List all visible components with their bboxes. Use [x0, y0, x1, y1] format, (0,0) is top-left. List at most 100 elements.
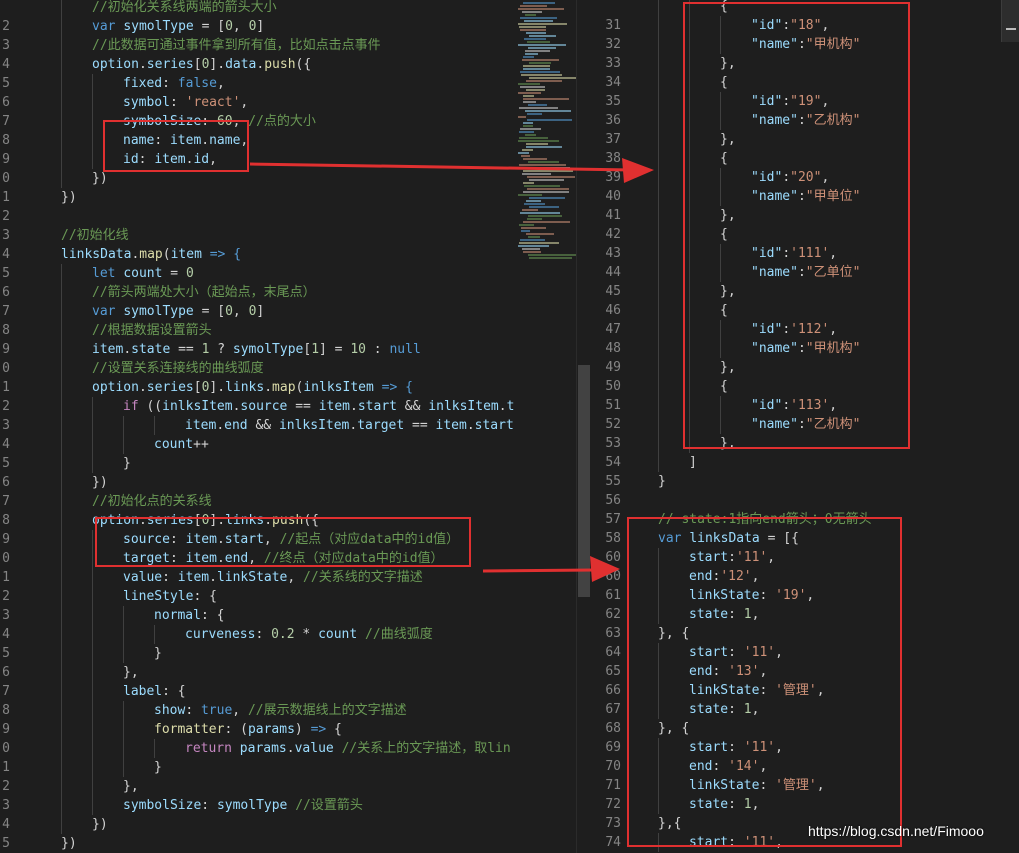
code-line[interactable]: 0 return params.value //关系上的文字描述，取lin [0, 739, 514, 758]
code-line[interactable]: 4}) [0, 815, 514, 834]
line-number: 0 [2, 741, 10, 756]
code-line[interactable]: 8 //根据数据设置箭头 [0, 321, 514, 340]
code-line[interactable]: 56 [591, 491, 1019, 510]
code-line[interactable]: 2 var symolType = [0, 0] [0, 17, 514, 36]
code-line[interactable]: 9 id: item.id, [0, 150, 514, 169]
code-line[interactable]: 5} [0, 644, 514, 663]
code-token: item [435, 418, 467, 433]
code-line[interactable]: 1} [0, 758, 514, 777]
code-line[interactable]: 7 //初始化点的关系线 [0, 492, 514, 511]
indent-guide [92, 663, 93, 682]
line-number: 4 [2, 437, 10, 452]
line-number: 72 [605, 797, 621, 812]
scrollbar-thumb[interactable] [578, 365, 590, 597]
code-token: . [138, 57, 147, 72]
code-token: 0 [185, 266, 194, 281]
code-line[interactable]: 3 item.end && inlksItem.target == item.st… [0, 416, 514, 435]
indent-guide [92, 435, 93, 454]
line-number: 4 [2, 817, 10, 832]
code-line[interactable]: 5} [0, 454, 514, 473]
code-line[interactable]: 1 value: item.linkState, //关系线的文字描述 [0, 568, 514, 587]
code-line[interactable]: 3 //此数据可通过事件拿到所有值，比如点击点事件 [0, 36, 514, 55]
code-line[interactable]: 5 let count = 0 [0, 264, 514, 283]
line-number: 7 [2, 494, 10, 509]
minimap-line [519, 26, 546, 28]
minimap-line [523, 65, 550, 67]
minimap-line [518, 194, 542, 196]
code-token: start [357, 399, 397, 414]
minimap-line [520, 71, 560, 73]
code-line[interactable]: 5 fixed: false, [0, 74, 514, 93]
indent-guide [658, 16, 659, 35]
line-number: 54 [605, 455, 621, 470]
code-token: target [357, 418, 405, 433]
minimap[interactable] [514, 0, 577, 853]
code-line[interactable]: 2 [0, 207, 514, 226]
line-number: 49 [605, 360, 621, 375]
code-line[interactable]: 4 linksData.map(item => { [0, 245, 514, 264]
line-number: 60 [605, 550, 621, 565]
indent-guide [61, 0, 62, 17]
indent-guide [123, 625, 124, 644]
code-line[interactable]: 8 show: true, //展示数据线上的文字描述 [0, 701, 514, 720]
indent-guide [658, 434, 659, 453]
code-line[interactable]: 4 option.series[0].data.push({ [0, 55, 514, 74]
code-line[interactable]: 1}) [0, 188, 514, 207]
indent-guide [61, 340, 62, 359]
left-code-editor[interactable]: //初始化关系线两端的箭头大小 2 var symolType = [0, 0] 3/… [0, 0, 514, 853]
code-line[interactable]: 6}, [0, 663, 514, 682]
code-line[interactable]: 5}) [0, 834, 514, 853]
indent-guide [61, 492, 62, 511]
code-line[interactable]: 3 normal: { [0, 606, 514, 625]
code-line[interactable]: 6 //箭头两端处大小（起始点，末尾点） [0, 283, 514, 302]
code-token: linkState [216, 570, 288, 585]
minimap-line [523, 182, 534, 184]
code-token: show [154, 703, 186, 718]
line-number: 63 [605, 626, 621, 641]
minimap-line [520, 5, 547, 7]
code-line[interactable]: 0}) [0, 169, 514, 188]
vertical-scrollbar[interactable] [576, 0, 591, 853]
line-number: 32 [605, 37, 621, 52]
code-text: label: { [123, 682, 186, 701]
code-token: ({ [295, 57, 312, 72]
code-line[interactable]: 8 name: item.name, [0, 131, 514, 150]
code-line[interactable]: 4 curveness: 0.2 * count //曲线弧度 [0, 625, 514, 644]
minimap-line [526, 233, 554, 235]
line-number: 3 [2, 798, 10, 813]
code-text: option.series[0].links.map(inlksItem => … [92, 378, 413, 397]
code-token: 0 [225, 304, 233, 319]
code-line[interactable]: 7 symbolSize: 60, //点的大小 [0, 112, 514, 131]
indent-guide [92, 796, 93, 815]
line-number: 0 [2, 171, 10, 186]
code-line[interactable]: 0 //设置关系连接线的曲线弧度 [0, 359, 514, 378]
code-line[interactable]: 6 symbol: 'react', [0, 93, 514, 112]
indent-guide [92, 587, 93, 606]
code-line[interactable]: 7 label: { [0, 682, 514, 701]
code-token: option [92, 380, 139, 395]
code-token: : [201, 798, 217, 813]
code-line[interactable]: 55} [591, 472, 1019, 491]
indent-guide [92, 720, 93, 739]
code-line[interactable]: 6}) [0, 473, 514, 492]
line-number: 1 [2, 380, 10, 395]
code-line[interactable]: 2 if ((inlksItem.source == item.start && … [0, 397, 514, 416]
code-line[interactable]: 1 option.series[0].links.map(inlksItem =>… [0, 378, 514, 397]
code-token: symolType [232, 342, 304, 357]
panel-toggle-button[interactable] [1001, 0, 1019, 42]
code-line[interactable]: 2}, [0, 777, 514, 796]
code-line[interactable]: 7 var symolType = [0, 0] [0, 302, 514, 321]
code-line[interactable]: 3 symbolSize: symolType //设置箭头 [0, 796, 514, 815]
code-line[interactable]: 9 formatter: (params) => { [0, 720, 514, 739]
line-number: 8 [2, 323, 10, 338]
code-token: : [365, 342, 390, 357]
code-line[interactable]: 2 lineStyle: { [0, 587, 514, 606]
code-line[interactable]: 9 item.state == 1 ? symolType[1] = 10 : n… [0, 340, 514, 359]
code-line[interactable]: 54] [591, 453, 1019, 472]
code-line[interactable]: 4 count++ [0, 435, 514, 454]
code-line[interactable]: 3 //初始化线 [0, 226, 514, 245]
indent-guide [92, 682, 93, 701]
code-line[interactable]: //初始化关系线两端的箭头大小 [0, 0, 514, 17]
code-token: formatter [154, 722, 225, 737]
